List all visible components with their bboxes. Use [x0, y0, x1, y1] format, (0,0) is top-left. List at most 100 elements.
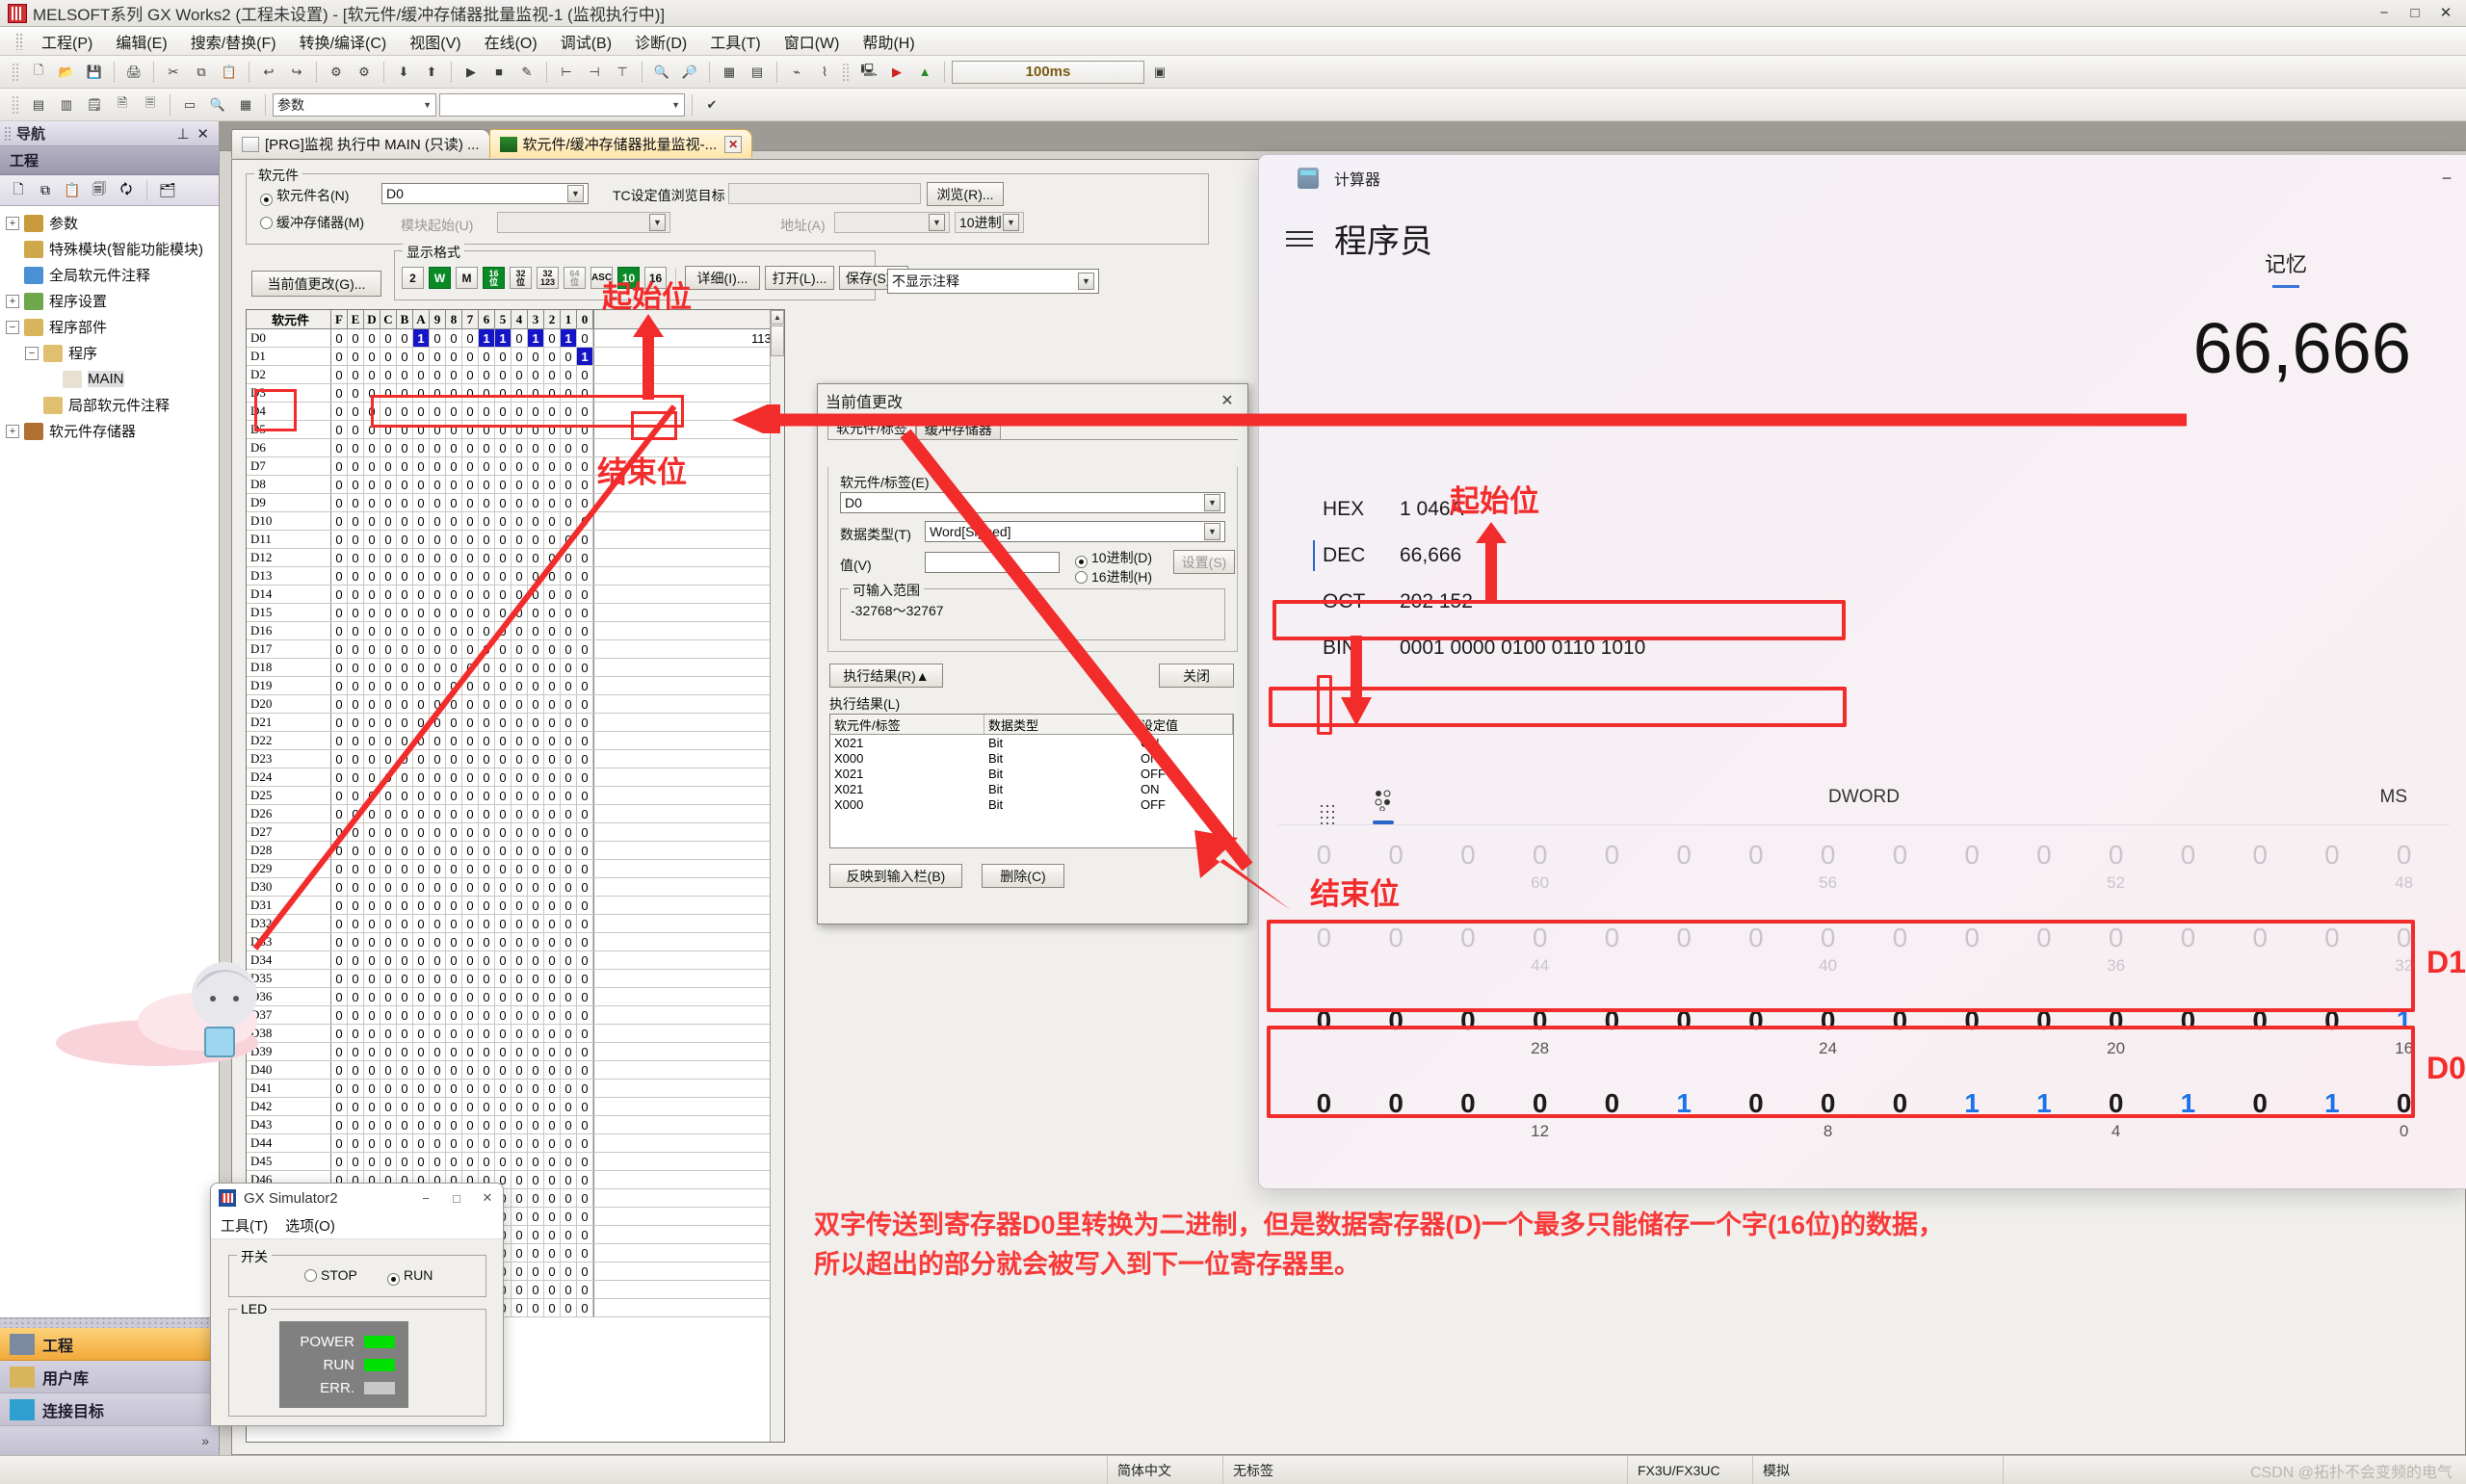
- grid-bit-cell[interactable]: 0: [577, 1263, 593, 1280]
- format-16bit-icon[interactable]: 16位: [483, 267, 505, 289]
- grid-bit-cell[interactable]: 0: [430, 531, 446, 548]
- grid-bit-cell[interactable]: 0: [577, 457, 593, 475]
- grid-bit-cell[interactable]: 0: [397, 915, 413, 932]
- grid-bit-cell[interactable]: 0: [495, 622, 512, 639]
- grid-bit-cell[interactable]: 0: [397, 1080, 413, 1097]
- grid-bit-cell[interactable]: 0: [348, 695, 364, 713]
- minimize-button[interactable]: −: [2370, 2, 2399, 23]
- grid-bit-cell[interactable]: 0: [413, 878, 430, 896]
- grid-bit-cell[interactable]: 0: [479, 366, 495, 383]
- grid-bit-cell[interactable]: 0: [479, 970, 495, 987]
- grid-bit-cell[interactable]: 0: [364, 695, 380, 713]
- grid-bit-cell[interactable]: 0: [561, 1134, 577, 1152]
- grid-row[interactable]: D000000100011010101130: [247, 329, 784, 348]
- tree-item-7[interactable]: 局部软元件注释: [0, 392, 219, 418]
- grid-bit-cell[interactable]: 0: [462, 348, 479, 365]
- format-hex-icon[interactable]: 16: [644, 267, 667, 289]
- grid-bit-cell[interactable]: 0: [544, 768, 561, 786]
- grid-bit-cell[interactable]: 0: [430, 567, 446, 585]
- grid-bit-cell[interactable]: 0: [348, 604, 364, 621]
- change-current-value-button[interactable]: 当前值更改(G)...: [251, 271, 381, 297]
- grid-bit-cell[interactable]: 0: [380, 970, 397, 987]
- calculator-bit[interactable]: 056: [1792, 839, 1864, 895]
- grid-bit-cell[interactable]: 0: [544, 1171, 561, 1188]
- grid-bit-cell[interactable]: 0: [364, 659, 380, 676]
- memory-store-button[interactable]: MS: [2380, 787, 2408, 808]
- grid-bit-cell[interactable]: 0: [479, 787, 495, 804]
- tab-ladder-monitor[interactable]: [PRG]监视 执行中 MAIN (只读) ...: [231, 129, 490, 158]
- grid-bit-cell[interactable]: 0: [446, 1134, 462, 1152]
- grid-bit-cell[interactable]: 0: [544, 531, 561, 548]
- grid-bit-cell[interactable]: 0: [495, 805, 512, 822]
- grid-bit-cell[interactable]: 0: [348, 384, 364, 402]
- grid-bit-cell[interactable]: 0: [561, 348, 577, 365]
- grid-bit-cell[interactable]: 0: [495, 421, 512, 438]
- grid-bit-cell[interactable]: 0: [544, 457, 561, 475]
- grid-bit-cell[interactable]: 0: [528, 403, 544, 420]
- grid-bit-cell[interactable]: 0: [430, 677, 446, 694]
- grid-row[interactable]: D3400000000000000000: [247, 951, 784, 970]
- grid-bit-cell[interactable]: 0: [380, 897, 397, 914]
- grid-bit-cell[interactable]: 0: [462, 457, 479, 475]
- grid-bit-cell[interactable]: 0: [348, 1061, 364, 1079]
- grid-bit-cell[interactable]: 0: [495, 439, 512, 456]
- grid-bit-cell[interactable]: 0: [348, 970, 364, 987]
- new-data-icon[interactable]: 🗋: [8, 180, 29, 201]
- monitor-write-icon[interactable]: ✎: [514, 60, 539, 85]
- grid-bit-cell[interactable]: 0: [544, 348, 561, 365]
- grid-bit-cell[interactable]: 0: [512, 1006, 528, 1024]
- grid-bit-cell[interactable]: 0: [544, 366, 561, 383]
- grid-row[interactable]: D1800000000000000000: [247, 659, 784, 677]
- grid-bit-cell[interactable]: 0: [528, 567, 544, 585]
- grid-bit-cell[interactable]: 0: [479, 1061, 495, 1079]
- grid-bit-cell[interactable]: 0: [528, 640, 544, 658]
- grid-bit-cell[interactable]: 0: [380, 878, 397, 896]
- grid-bit-cell[interactable]: 0: [462, 915, 479, 932]
- grid-bit-cell[interactable]: 0: [397, 329, 413, 347]
- grid-bit-cell[interactable]: 0: [364, 933, 380, 950]
- grid-bit-cell[interactable]: 0: [561, 915, 577, 932]
- grid-bit-cell[interactable]: 0: [446, 915, 462, 932]
- grid-bit-cell[interactable]: 0: [446, 677, 462, 694]
- grid-bit-cell[interactable]: 0: [577, 329, 593, 347]
- grid-bit-cell[interactable]: 0: [430, 494, 446, 511]
- grid-bit-cell[interactable]: 0: [561, 768, 577, 786]
- grid-bit-cell[interactable]: 0: [495, 860, 512, 877]
- grid-row[interactable]: D2600000000000000000: [247, 805, 784, 823]
- grid-bit-cell[interactable]: 0: [577, 1006, 593, 1024]
- grid-bit-cell[interactable]: 0: [413, 1134, 430, 1152]
- grid-bit-cell[interactable]: 0: [495, 933, 512, 950]
- grid-bit-cell[interactable]: 0: [446, 1061, 462, 1079]
- tree-expander-icon[interactable]: +: [6, 217, 19, 230]
- grid-bit-cell[interactable]: 0: [577, 988, 593, 1005]
- grid-bit-cell[interactable]: 0: [380, 640, 397, 658]
- grid-bit-cell[interactable]: 0: [544, 897, 561, 914]
- grid-bit-cell[interactable]: 0: [528, 549, 544, 566]
- grid-bit-cell[interactable]: 0: [462, 384, 479, 402]
- paste-data-icon[interactable]: 📋: [62, 180, 83, 201]
- grid-bit-cell[interactable]: 0: [331, 622, 348, 639]
- tree-item-5[interactable]: −程序: [0, 340, 219, 366]
- grid-bit-cell[interactable]: 0: [512, 1098, 528, 1115]
- grid-bit-cell[interactable]: 0: [577, 531, 593, 548]
- grid-bit-cell[interactable]: 0: [397, 1098, 413, 1115]
- grid-bit-cell[interactable]: 0: [544, 421, 561, 438]
- grid-bit-cell[interactable]: 0: [413, 787, 430, 804]
- grid-bit-cell[interactable]: 0: [331, 366, 348, 383]
- grid-bit-cell[interactable]: 0: [561, 531, 577, 548]
- dialog-radio-decimal[interactable]: 10进制(D): [1075, 548, 1152, 568]
- grid-bit-cell[interactable]: 0: [561, 951, 577, 969]
- grid-bit-cell[interactable]: 0: [348, 512, 364, 530]
- grid-bit-cell[interactable]: 0: [380, 677, 397, 694]
- grid-bit-cell[interactable]: 0: [413, 970, 430, 987]
- result-row[interactable]: X000BitON: [830, 750, 1233, 766]
- grid-bit-cell[interactable]: 0: [512, 768, 528, 786]
- grid-bit-cell[interactable]: 0: [528, 494, 544, 511]
- grid-bit-cell[interactable]: 0: [430, 915, 446, 932]
- grid-bit-cell[interactable]: 0: [331, 1006, 348, 1024]
- calculator-bit[interactable]: 0: [2224, 839, 2296, 895]
- grid-row[interactable]: D800000000000000000: [247, 476, 784, 494]
- grid-bit-cell[interactable]: 0: [397, 1006, 413, 1024]
- grid-bit-cell[interactable]: 0: [380, 384, 397, 402]
- grid-bit-cell[interactable]: 0: [397, 586, 413, 603]
